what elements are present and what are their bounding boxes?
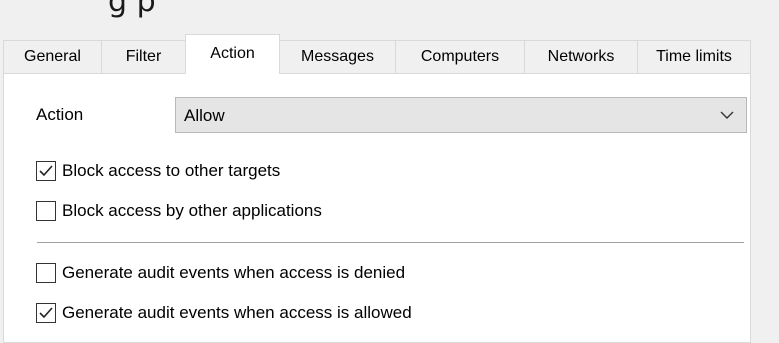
- audit-denied-label: Generate audit events when access is den…: [62, 263, 406, 282]
- action-dropdown[interactable]: Allow: [175, 97, 747, 133]
- block-other-applications-checkbox[interactable]: [36, 201, 56, 221]
- tab-messages[interactable]: Messages: [279, 40, 396, 73]
- block-other-applications-option[interactable]: Block access by other applications: [36, 200, 322, 222]
- tab-time-limits[interactable]: Time limits: [637, 40, 751, 73]
- tab-action[interactable]: Action: [185, 34, 280, 74]
- block-other-targets-label: Block access to other targets: [62, 161, 281, 180]
- audit-denied-checkbox[interactable]: [36, 263, 56, 283]
- chevron-down-icon: [720, 111, 734, 119]
- tab-computers[interactable]: Computers: [395, 40, 525, 73]
- audit-allowed-checkbox[interactable]: [36, 303, 56, 323]
- block-other-targets-option[interactable]: Block access to other targets: [36, 160, 280, 182]
- block-other-applications-label: Block access by other applications: [62, 201, 322, 220]
- tab-networks[interactable]: Networks: [524, 40, 638, 73]
- tab-general[interactable]: General: [3, 40, 102, 73]
- block-other-targets-checkbox[interactable]: [36, 161, 56, 181]
- action-dropdown-value: Allow: [184, 106, 225, 125]
- action-label: Action: [36, 105, 84, 124]
- tab-filter[interactable]: Filter: [101, 40, 186, 73]
- tab-strip: General Filter Action Messages Computers…: [0, 0, 779, 80]
- checkmark-icon: [39, 165, 53, 177]
- audit-allowed-option[interactable]: Generate audit events when access is all…: [36, 302, 412, 324]
- section-divider: [37, 242, 744, 243]
- checkmark-icon: [39, 307, 53, 319]
- audit-allowed-label: Generate audit events when access is all…: [62, 303, 412, 322]
- audit-denied-option[interactable]: Generate audit events when access is den…: [36, 262, 405, 284]
